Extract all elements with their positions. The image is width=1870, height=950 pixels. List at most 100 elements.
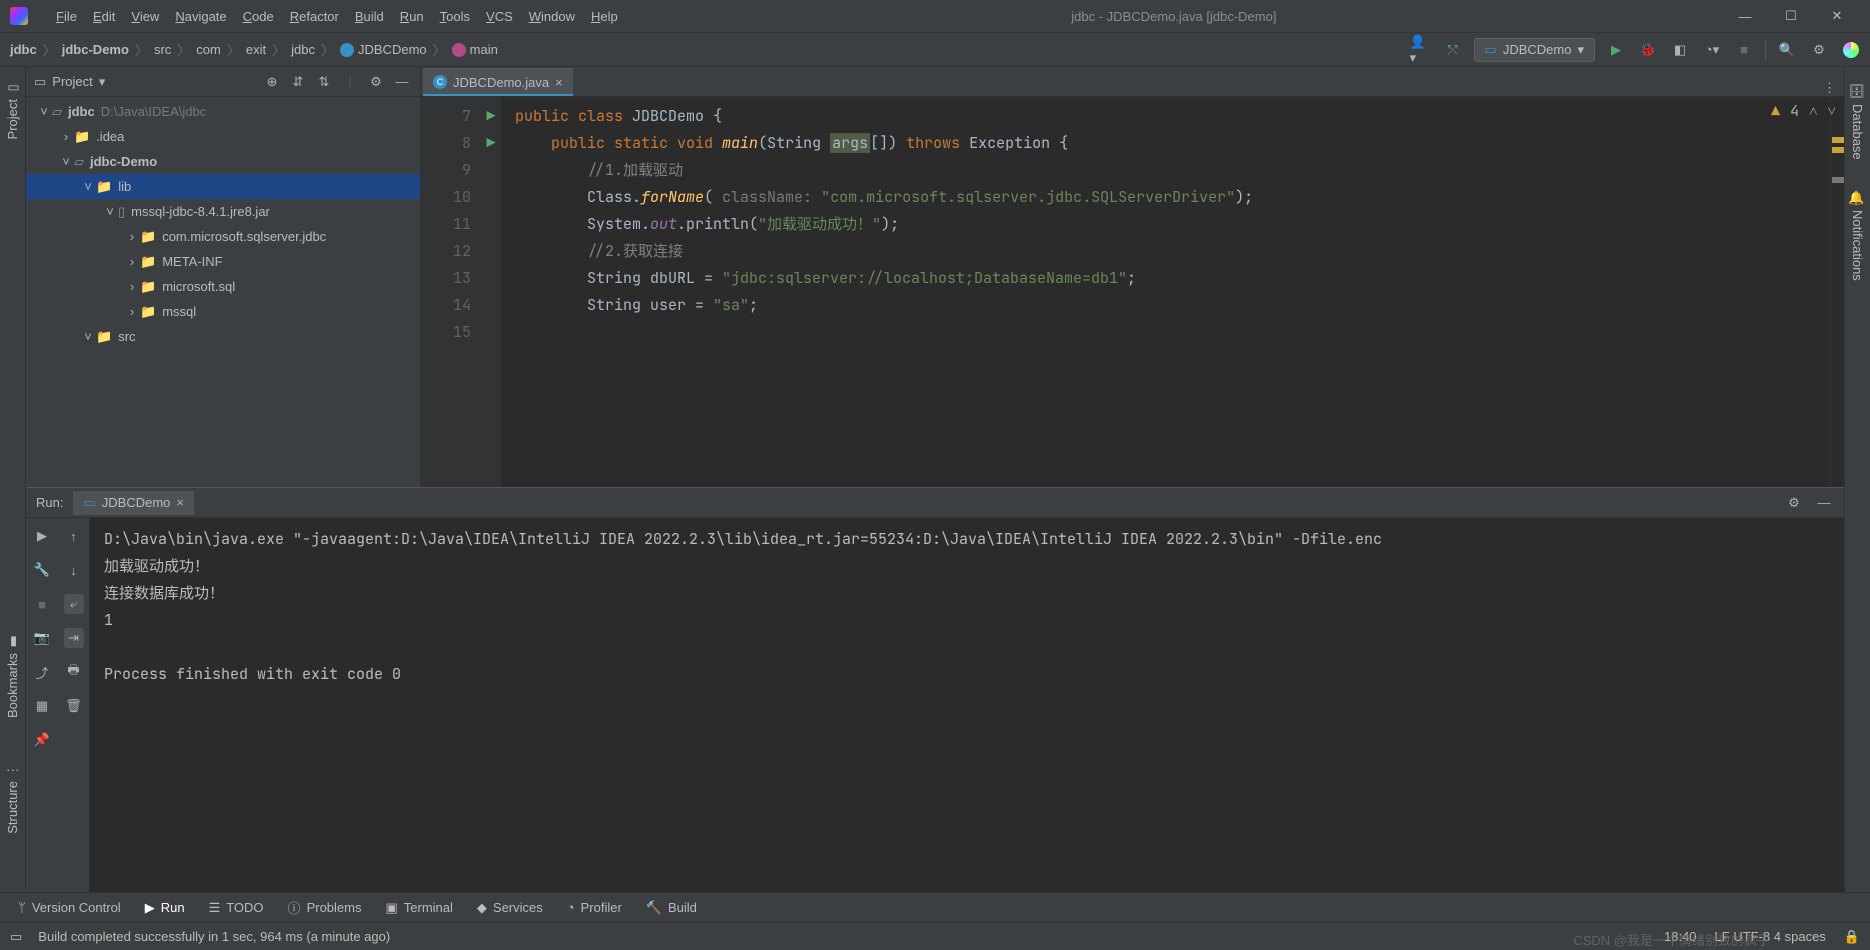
layout-icon[interactable]: ▦: [32, 696, 52, 716]
tree-item-com.microsoft.sqlserver.jdbc[interactable]: ›📁com.microsoft.sqlserver.jdbc: [26, 224, 420, 249]
panel-settings-icon[interactable]: ⚙: [366, 74, 386, 90]
gutter-notifications[interactable]: 🔔 Notifications: [1848, 182, 1867, 289]
minimize-button[interactable]: ―: [1722, 0, 1768, 33]
run-tool-window: Run: ▭ JDBCDemo × ⚙ — ▶ 🔧 ■ 📷 ⤴: [26, 487, 1844, 892]
brand-icon[interactable]: [1840, 39, 1862, 61]
scroll-end-icon[interactable]: ⇥: [64, 628, 84, 648]
tree-item-.idea[interactable]: ›📁.idea: [26, 124, 420, 149]
menu-vcs[interactable]: VCS: [478, 5, 521, 28]
rerun-button[interactable]: ▶: [32, 526, 52, 546]
hide-panel-icon[interactable]: —: [392, 74, 412, 89]
menu-file[interactable]: File: [48, 5, 85, 28]
print-icon[interactable]: 🖶: [64, 662, 84, 682]
tree-item-jdbc[interactable]: ˅▱jdbcD:\Java\IDEA\jdbc: [26, 99, 420, 124]
expand-all-icon[interactable]: ⇵: [288, 74, 308, 90]
console-output[interactable]: D:\Java\bin\java.exe "-javaagent:D:\Java…: [90, 518, 1844, 892]
tab-close-icon[interactable]: ×: [555, 75, 563, 90]
tree-item-src[interactable]: ˅📁src: [26, 324, 420, 349]
soft-wrap-icon[interactable]: ⤶: [64, 594, 84, 614]
breadcrumb-jdbc[interactable]: jdbc: [289, 42, 317, 57]
menu-navigate[interactable]: Navigate: [167, 5, 234, 28]
close-button[interactable]: ✕: [1814, 0, 1860, 33]
breadcrumb-JDBCDemo[interactable]: JDBCDemo: [338, 42, 429, 57]
menu-code[interactable]: Code: [235, 5, 282, 28]
menu-window[interactable]: Window: [521, 5, 583, 28]
pin-icon[interactable]: 📌: [32, 730, 52, 750]
menu-tools[interactable]: Tools: [432, 5, 478, 28]
bottom-tab-build[interactable]: 🔨Build: [636, 897, 707, 919]
tree-item-META-INF[interactable]: ›📁META-INF: [26, 249, 420, 274]
run-hide-icon[interactable]: —: [1814, 495, 1834, 511]
tree-item-jdbc-Demo[interactable]: ˅▱jdbc-Demo: [26, 149, 420, 174]
user-icon[interactable]: 👤▾: [1410, 39, 1432, 61]
tree-item-microsoft.sql[interactable]: ›📁microsoft.sql: [26, 274, 420, 299]
breadcrumb-exit[interactable]: exit: [244, 42, 268, 57]
locate-icon[interactable]: ⊕: [262, 74, 282, 90]
bottom-tab-todo[interactable]: ☰TODO: [199, 897, 274, 919]
menu-view[interactable]: View: [123, 5, 167, 28]
left-gutter: Project ▭ Bookmarks ▮ Structure ⋮: [0, 67, 26, 892]
gutter-structure[interactable]: Structure ⋮: [3, 756, 22, 842]
breadcrumb-jdbc-Demo[interactable]: jdbc-Demo: [60, 42, 131, 57]
editor-scrollbar[interactable]: [1830, 97, 1844, 487]
tab-label: JDBCDemo.java: [453, 75, 549, 90]
code-editor[interactable]: 789101112131415 ▶▶ public class JDBCDemo…: [421, 97, 1844, 487]
stop-run-icon[interactable]: ■: [32, 594, 52, 614]
trash-icon[interactable]: 🗑: [64, 696, 84, 716]
status-encoding[interactable]: LF UTF-8 4 spaces: [1715, 929, 1826, 944]
down-arrow-icon[interactable]: ↓: [64, 560, 84, 580]
run-button[interactable]: ▶: [1605, 39, 1627, 61]
menu-run[interactable]: Run: [392, 5, 432, 28]
gutter-bookmarks[interactable]: Bookmarks ▮: [3, 626, 22, 726]
breadcrumb-com[interactable]: com: [194, 42, 223, 57]
maximize-button[interactable]: ☐: [1768, 0, 1814, 33]
bottom-tab-terminal[interactable]: ▣Terminal: [375, 897, 462, 919]
navbar: jdbc〉jdbc-Demo〉src〉com〉exit〉jdbc〉JDBCDem…: [0, 33, 1870, 67]
status-icon[interactable]: ▭: [10, 929, 22, 945]
project-panel-title[interactable]: ▭ Project ▾: [34, 74, 256, 90]
tool-wrench-icon[interactable]: 🔧: [32, 560, 52, 580]
profile-button[interactable]: ◔▾: [1701, 39, 1723, 61]
status-time: 18:40: [1664, 929, 1697, 944]
bottom-tab-services[interactable]: ◆Services: [467, 897, 553, 919]
bottom-tab-problems[interactable]: ⓘProblems: [278, 895, 372, 920]
tree-item-mssql[interactable]: ›📁mssql: [26, 299, 420, 324]
run-tab-close-icon[interactable]: ×: [176, 495, 184, 510]
menu-build[interactable]: Build: [347, 5, 392, 28]
breadcrumb-main[interactable]: main: [450, 42, 500, 57]
debug-button[interactable]: 🐞: [1637, 39, 1659, 61]
run-settings-icon[interactable]: ⚙: [1784, 495, 1804, 511]
menu-edit[interactable]: Edit: [85, 5, 123, 28]
tree-item-lib[interactable]: ˅📁lib: [26, 174, 420, 199]
gutter-run-icon[interactable]: ▶: [481, 130, 501, 157]
right-gutter: 🗄 Database 🔔 Notifications: [1844, 67, 1870, 892]
inspection-badge[interactable]: ▲4 ˄˅: [1771, 101, 1836, 121]
gutter-project[interactable]: Project ▭: [3, 72, 22, 147]
collapse-all-icon[interactable]: ⇅: [314, 74, 334, 90]
breadcrumb-jdbc[interactable]: jdbc: [8, 42, 39, 57]
stop-button[interactable]: ■: [1733, 39, 1755, 61]
tree-item-mssql-jdbc-8.4.1.jre8.jar[interactable]: ˅▯mssql-jdbc-8.4.1.jre8.jar: [26, 199, 420, 224]
status-bar: ▭ Build completed successfully in 1 sec,…: [0, 922, 1870, 950]
menu-refactor[interactable]: Refactor: [282, 5, 347, 28]
up-arrow-icon[interactable]: ↑: [64, 526, 84, 546]
search-button[interactable]: 🔍: [1776, 39, 1798, 61]
gutter-run-icon[interactable]: ▶: [481, 103, 501, 130]
status-lock-icon[interactable]: 🔒: [1844, 929, 1860, 945]
breadcrumb-src[interactable]: src: [152, 42, 173, 57]
camera-icon[interactable]: 📷: [32, 628, 52, 648]
run-config-combo[interactable]: ▭ JDBCDemo ▾: [1474, 38, 1595, 62]
dump-icon[interactable]: ⤴: [32, 662, 52, 682]
update-icon[interactable]: ⤲: [1442, 39, 1464, 61]
bottom-tab-run[interactable]: ▶Run: [135, 897, 195, 919]
menu-help[interactable]: Help: [583, 5, 626, 28]
settings-button[interactable]: ⚙: [1808, 39, 1830, 61]
coverage-button[interactable]: ◧: [1669, 39, 1691, 61]
gutter-database[interactable]: 🗄 Database: [1848, 75, 1867, 167]
project-tree[interactable]: ˅▱jdbcD:\Java\IDEA\jdbc›📁.idea˅▱jdbc-Dem…: [26, 97, 420, 487]
bottom-tab-version-control[interactable]: ᛘVersion Control: [8, 897, 131, 918]
tab-more-icon[interactable]: ⋮: [1823, 80, 1844, 96]
bottom-tab-profiler[interactable]: ◔Profiler: [557, 897, 632, 918]
run-tab[interactable]: ▭ JDBCDemo ×: [73, 491, 194, 515]
editor-tab[interactable]: C JDBCDemo.java ×: [423, 68, 573, 96]
